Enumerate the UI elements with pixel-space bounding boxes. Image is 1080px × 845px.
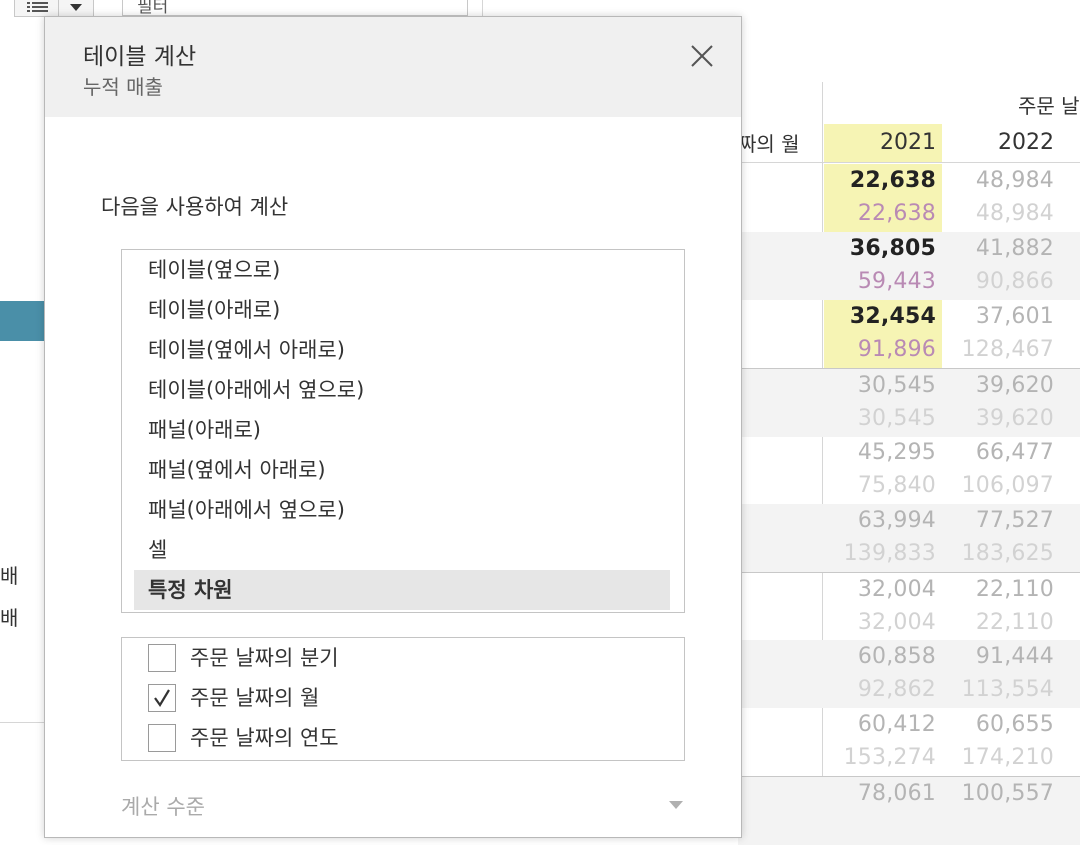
compute-option-table-across[interactable]: 테이블(옆으로) xyxy=(134,250,670,290)
list-icon xyxy=(27,2,48,12)
sales-cell[interactable]: 100,557 xyxy=(942,781,1054,806)
running-total-cell[interactable]: 106,097 xyxy=(942,473,1054,498)
running-total-cell[interactable]: 39,620 xyxy=(942,406,1054,431)
sales-cell[interactable]: 39,620 xyxy=(942,373,1054,398)
compute-option-pane-down-then-across[interactable]: 패널(아래에서 옆으로) xyxy=(134,490,670,530)
dialog-subtitle: 누적 매출 xyxy=(83,75,163,99)
sales-cell[interactable]: 60,655 xyxy=(942,712,1054,737)
side-label: 배 xyxy=(0,564,19,588)
table-row: 45,295 75,840 66,477 106,097 xyxy=(738,436,1080,504)
table-row: 78,061 100,557 xyxy=(738,776,1080,845)
table-calculation-dialog: 테이블 계산 누적 매출 다음을 사용하여 계산 테이블(옆으로) 테이블(아래… xyxy=(44,16,742,838)
side-label: 배 xyxy=(0,606,19,630)
running-total-cell[interactable]: 48,984 xyxy=(942,201,1054,226)
sales-cell[interactable]: 63,994 xyxy=(824,508,936,533)
table-row: 63,994 139,833 77,527 183,625 xyxy=(738,504,1080,572)
dropdown-button[interactable] xyxy=(58,0,94,17)
table-row: 36,805 59,443 41,882 90,866 xyxy=(738,232,1080,300)
compute-option-specific-dimensions[interactable]: 특정 차원 xyxy=(134,570,670,610)
dimension-quarter-label: 주문 날짜의 분기 xyxy=(190,646,339,670)
checkmark-icon xyxy=(154,689,170,708)
running-total-cell[interactable]: 32,004 xyxy=(824,610,936,635)
running-total-cell[interactable]: 22,110 xyxy=(942,610,1054,635)
running-total-cell[interactable]: 174,210 xyxy=(942,745,1054,770)
sales-cell[interactable]: 22,110 xyxy=(942,577,1054,602)
close-icon xyxy=(691,45,713,67)
year-header-2022[interactable]: 2022 xyxy=(942,124,1060,162)
dimension-year-label: 주문 날짜의 연도 xyxy=(190,726,339,750)
running-total-cell[interactable]: 30,545 xyxy=(824,406,936,431)
sales-cell[interactable]: 22,638 xyxy=(824,168,936,193)
dialog-header: 테이블 계산 누적 매출 xyxy=(45,17,741,117)
dimension-month-label: 주문 날짜의 월 xyxy=(190,686,320,710)
sales-cell[interactable]: 60,858 xyxy=(824,644,936,669)
sales-cell[interactable]: 78,061 xyxy=(824,781,936,806)
close-button[interactable] xyxy=(685,39,719,73)
dimension-month-checkbox[interactable] xyxy=(148,684,176,712)
compute-option-cell[interactable]: 셀 xyxy=(134,530,670,570)
filter-card[interactable]: 필터 xyxy=(122,0,468,16)
table-row: 32,004 32,004 22,110 22,110 xyxy=(738,572,1080,641)
sales-cell[interactable]: 32,454 xyxy=(824,304,936,329)
running-total-cell[interactable]: 128,467 xyxy=(942,337,1054,362)
running-total-cell[interactable]: 139,833 xyxy=(824,541,936,566)
divider xyxy=(482,0,483,16)
sales-cell[interactable]: 60,412 xyxy=(824,712,936,737)
dialog-title: 테이블 계산 xyxy=(83,44,197,70)
sales-cell[interactable]: 41,882 xyxy=(942,236,1054,261)
running-total-cell[interactable]: 113,554 xyxy=(942,677,1054,702)
side-panel-tab[interactable] xyxy=(0,301,45,341)
running-total-cell[interactable]: 153,274 xyxy=(824,745,936,770)
sales-cell[interactable]: 37,601 xyxy=(942,304,1054,329)
running-total-cell[interactable]: 59,443 xyxy=(824,269,936,294)
chevron-down-icon[interactable] xyxy=(669,801,683,809)
compute-using-label: 다음을 사용하여 계산 xyxy=(101,195,289,219)
running-total-cell[interactable]: 183,625 xyxy=(942,541,1054,566)
header-divider xyxy=(738,162,1080,163)
sales-cell[interactable]: 32,004 xyxy=(824,577,936,602)
table-row: 30,545 30,545 39,620 39,620 xyxy=(738,368,1080,437)
sales-cell[interactable]: 36,805 xyxy=(824,236,936,261)
compute-option-table-down-then-across[interactable]: 테이블(아래에서 옆으로) xyxy=(134,370,670,410)
compute-option-pane-down[interactable]: 패널(아래로) xyxy=(134,410,670,450)
running-total-cell[interactable]: 91,896 xyxy=(824,337,936,362)
divider xyxy=(0,722,45,723)
sales-cell[interactable]: 77,527 xyxy=(942,508,1054,533)
running-total-cell[interactable]: 22,638 xyxy=(824,201,936,226)
table-row: 60,412 153,274 60,655 174,210 xyxy=(738,708,1080,776)
table-row: 22,638 22,638 48,984 48,984 xyxy=(738,164,1080,232)
compute-option-table-down[interactable]: 테이블(아래로) xyxy=(134,290,670,330)
table-row: 60,858 92,862 91,444 113,554 xyxy=(738,640,1080,708)
sales-cell[interactable]: 48,984 xyxy=(942,168,1054,193)
running-total-cell[interactable]: 92,862 xyxy=(824,677,936,702)
column-header: 주문 날 xyxy=(1018,94,1080,118)
running-total-cell[interactable]: 90,866 xyxy=(942,269,1054,294)
year-header-2021[interactable]: 2021 xyxy=(824,124,942,162)
compute-using-list: 테이블(옆으로) 테이블(아래로) 테이블(옆에서 아래로) 테이블(아래에서 … xyxy=(121,249,685,613)
row-header: 짜의 월 xyxy=(738,132,800,156)
compute-option-table-across-then-down[interactable]: 테이블(옆에서 아래로) xyxy=(134,330,670,370)
table-row: 32,454 91,896 37,601 128,467 xyxy=(738,300,1080,368)
compute-option-pane-across-then-down[interactable]: 패널(옆에서 아래로) xyxy=(134,450,670,490)
dimension-checklist: 주문 날짜의 분기 주문 날짜의 월 주문 날짜의 연도 xyxy=(121,637,685,761)
sales-cell[interactable]: 45,295 xyxy=(824,440,936,465)
chevron-down-icon xyxy=(70,4,82,11)
sales-cell[interactable]: 91,444 xyxy=(942,644,1054,669)
level-label: 계산 수준 xyxy=(121,795,205,819)
dimension-quarter-checkbox[interactable] xyxy=(148,644,176,672)
sales-cell[interactable]: 66,477 xyxy=(942,440,1054,465)
dimension-year-checkbox[interactable] xyxy=(148,724,176,752)
sales-cell[interactable]: 30,545 xyxy=(824,373,936,398)
list-view-button[interactable] xyxy=(14,0,60,17)
running-total-cell[interactable]: 75,840 xyxy=(824,473,936,498)
